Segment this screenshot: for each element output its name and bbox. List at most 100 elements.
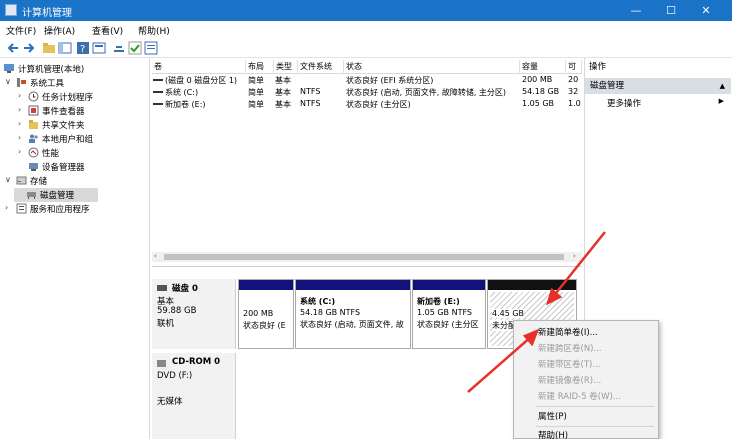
partition-system-c[interactable]: 系统 (C:) 54.18 GB NTFS 状态良好 (启动, 页面文件, 故 <box>295 279 411 349</box>
up-folder-icon[interactable] <box>42 41 56 55</box>
menu-item-new-spanned-volume[interactable]: 新建跨区卷(N)... <box>538 342 602 354</box>
menu-item-help[interactable]: 帮助(H) <box>538 429 568 439</box>
maximize-button[interactable]: ☐ <box>655 0 687 21</box>
tree-item-disk-management[interactable]: 磁盘管理 <box>14 188 98 202</box>
cell-volume: (磁盘 0 磁盘分区 1) <box>165 76 238 85</box>
column-header-status[interactable]: 状态 <box>344 60 520 74</box>
cdrom-media-status: 无媒体 <box>157 397 183 407</box>
more-actions-item[interactable]: 更多操作 <box>607 97 641 109</box>
menu-file[interactable]: 文件(F) <box>6 24 36 37</box>
column-header-volume[interactable]: 卷 <box>152 60 246 74</box>
chevron-right-icon[interactable]: › <box>18 147 26 156</box>
column-header-layout[interactable]: 布局 <box>246 60 274 74</box>
tree-item-performance[interactable]: › 性能 <box>2 146 148 160</box>
chevron-right-icon[interactable]: › <box>18 105 26 114</box>
actions-section-disk-management[interactable]: 磁盘管理 ▲ <box>585 78 731 94</box>
clock-icon <box>28 91 39 102</box>
disk-name: 磁盘 0 <box>172 284 198 294</box>
cell-capacity: 200 MB <box>522 75 553 84</box>
minimize-button[interactable]: — <box>620 0 652 21</box>
cell-layout: 简单 <box>248 88 264 97</box>
tree-item-storage[interactable]: ∨ 存储 <box>2 174 148 188</box>
tree-item-root[interactable]: 计算机管理(本地) <box>2 62 148 76</box>
cdrom-0-info[interactable]: CD-ROM 0 DVD (F:) 无媒体 <box>152 353 236 439</box>
tree-label: 系统工具 <box>30 79 65 89</box>
cell-status: 状态良好 (主分区) <box>346 100 411 109</box>
tools-icon <box>17 78 26 87</box>
menu-item-new-mirrored-volume[interactable]: 新建镜像卷(R)... <box>538 374 601 386</box>
column-header-free[interactable]: 可 <box>566 60 582 74</box>
tree-label: 性能 <box>42 149 60 159</box>
tree-label: 存储 <box>30 177 48 187</box>
partition-bar <box>296 280 410 290</box>
menu-view[interactable]: 查看(V) <box>92 24 123 37</box>
volume-icon <box>153 79 163 81</box>
scroll-thumb[interactable] <box>164 254 564 260</box>
cell-capacity: 1.05 GB <box>522 99 555 108</box>
scroll-left-icon[interactable]: ‹ <box>154 252 157 260</box>
partition-size: 54.18 GB NTFS <box>300 308 361 317</box>
tree-item-system-tools[interactable]: ∨ 系统工具 <box>2 76 148 90</box>
cell-type: 基本 <box>275 76 291 85</box>
tree-item-shared-folders[interactable]: › 共享文件夹 <box>2 118 148 132</box>
cell-status: 状态良好 (EFI 系统分区) <box>346 76 434 85</box>
tree-item-services-apps[interactable]: › 服务和应用程序 <box>2 202 148 216</box>
event-viewer-icon <box>28 105 39 116</box>
scroll-right-icon[interactable]: › <box>573 252 576 260</box>
help-icon[interactable]: ? <box>76 41 90 55</box>
cell-layout: 简单 <box>248 100 264 109</box>
column-header-filesystem[interactable]: 文件系统 <box>298 60 344 74</box>
column-header-type[interactable]: 类型 <box>274 60 298 74</box>
chevron-right-icon[interactable]: › <box>18 133 26 142</box>
back-arrow-icon[interactable] <box>6 41 20 55</box>
disk-management-icon <box>27 192 36 199</box>
connect-icon[interactable] <box>112 41 126 55</box>
chevron-down-icon[interactable]: ∨ <box>5 77 13 86</box>
table-row[interactable]: 系统 (C:) 简单 基本 NTFS 状态良好 (启动, 页面文件, 故障转储,… <box>152 87 582 98</box>
chevron-down-icon[interactable]: ∨ <box>5 175 13 184</box>
properties-icon[interactable] <box>144 41 158 55</box>
chevron-right-icon[interactable]: › <box>18 91 26 100</box>
column-header-capacity[interactable]: 容量 <box>520 60 566 74</box>
disk-0-info[interactable]: 磁盘 0 基本 59.88 GB 联机 <box>152 279 236 349</box>
menu-bar: 文件(F) 操作(A) 查看(V) 帮助(H) <box>0 21 732 38</box>
table-row[interactable]: 新加卷 (E:) 简单 基本 NTFS 状态良好 (主分区) 1.05 GB 1… <box>152 99 582 110</box>
show-hide-tree-icon[interactable] <box>58 41 72 55</box>
tree-item-event-viewer[interactable]: › 事件查看器 <box>2 104 148 118</box>
volume-icon <box>153 103 163 105</box>
partition-size: 200 MB <box>243 309 274 318</box>
partition-status: 状态良好 (主分区 <box>417 320 479 329</box>
menu-action[interactable]: 操作(A) <box>44 24 75 37</box>
partition-efi[interactable]: 200 MB 状态良好 (E <box>238 279 294 349</box>
chevron-right-icon[interactable]: › <box>5 203 13 212</box>
menu-item-new-simple-volume[interactable]: 新建简单卷(I)... <box>538 326 598 338</box>
partition-size: 1.05 GB NTFS <box>417 308 472 317</box>
view-icon[interactable] <box>92 41 106 55</box>
close-button[interactable]: ✕ <box>690 0 722 21</box>
tree-item-local-users[interactable]: › 本地用户和组 <box>2 132 148 146</box>
cell-free: 32 <box>568 87 579 96</box>
horizontal-scrollbar[interactable]: ‹ › <box>152 252 582 262</box>
disk-icon <box>157 285 167 291</box>
tree-item-task-scheduler[interactable]: › 任务计划程序 <box>2 90 148 104</box>
tree-item-device-manager[interactable]: 设备管理器 <box>2 160 148 174</box>
cell-filesystem: NTFS <box>300 99 321 108</box>
forward-arrow-icon[interactable] <box>22 41 36 55</box>
actions-section-label: 磁盘管理 <box>590 81 625 91</box>
menu-item-new-striped-volume[interactable]: 新建带区卷(T)... <box>538 358 600 370</box>
collapse-up-icon[interactable]: ▲ <box>720 78 725 94</box>
menu-help[interactable]: 帮助(H) <box>138 24 170 37</box>
chevron-right-icon[interactable]: › <box>18 119 26 128</box>
partition-name: 系统 (C:) <box>300 297 336 306</box>
check-icon[interactable] <box>128 41 142 55</box>
table-row[interactable]: (磁盘 0 磁盘分区 1) 简单 基本 状态良好 (EFI 系统分区) 200 … <box>152 75 582 86</box>
menu-item-properties[interactable]: 属性(P) <box>538 410 567 422</box>
menu-item-new-raid5-volume[interactable]: 新建 RAID-5 卷(W)... <box>538 390 621 402</box>
tree-label: 事件查看器 <box>42 107 85 117</box>
users-icon <box>29 134 38 143</box>
submenu-arrow-icon: ▶ <box>718 97 724 105</box>
partition-status: 状态良好 (启动, 页面文件, 故 <box>300 320 404 329</box>
cdrom-drive: DVD (F:) <box>157 371 193 381</box>
partition-new-volume-e[interactable]: 新加卷 (E:) 1.05 GB NTFS 状态良好 (主分区 <box>412 279 486 349</box>
cell-free: 1.0 <box>568 99 581 108</box>
